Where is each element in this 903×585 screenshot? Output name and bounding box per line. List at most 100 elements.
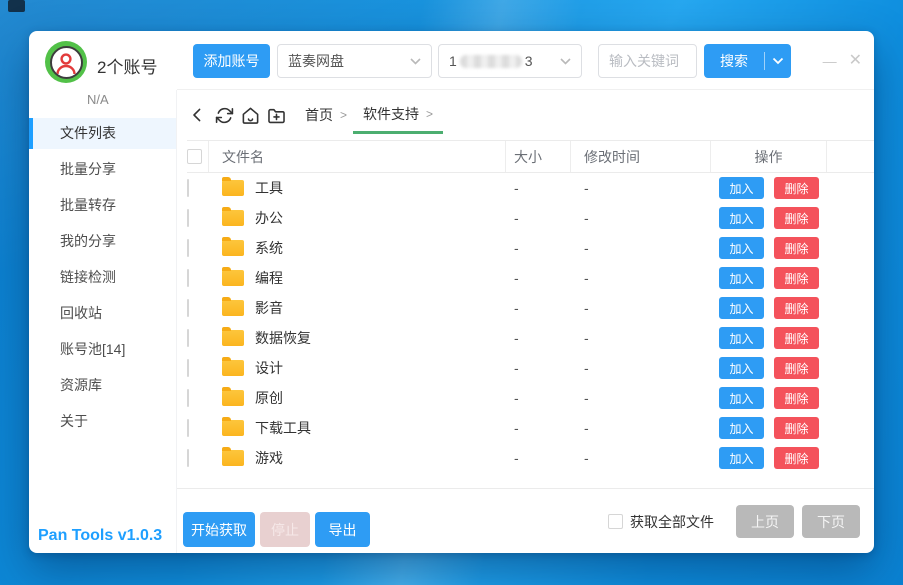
row-checkbox[interactable] [187, 269, 189, 287]
add-button[interactable]: 加入 [719, 447, 764, 469]
row-checkbox[interactable] [187, 359, 189, 377]
row-checkbox[interactable] [187, 239, 189, 257]
file-size: - [506, 390, 571, 406]
header-spacer [827, 141, 867, 172]
prev-page-button[interactable]: 上页 [736, 505, 794, 538]
row-checkbox[interactable] [187, 389, 189, 407]
provider-select-value: 蓝奏网盘 [288, 51, 344, 71]
fetch-all-checkbox[interactable] [608, 514, 623, 529]
folder-icon [222, 390, 244, 406]
new-folder-icon[interactable] [263, 102, 289, 128]
delete-button[interactable]: 删除 [774, 297, 819, 319]
file-name[interactable]: 游戏 [255, 448, 283, 468]
file-name[interactable]: 原创 [255, 388, 283, 408]
add-button[interactable]: 加入 [719, 267, 764, 289]
row-checkbox[interactable] [187, 299, 189, 317]
export-button[interactable]: 导出 [315, 512, 370, 547]
back-icon[interactable] [185, 102, 211, 128]
chevron-down-icon [560, 58, 571, 65]
sidebar-item[interactable]: 文件列表 [29, 118, 176, 149]
sidebar-item[interactable]: 我的分享 [29, 226, 176, 257]
table-row: 系统 - - 加入 删除 [187, 233, 874, 263]
file-name[interactable]: 办公 [255, 208, 283, 228]
file-name[interactable]: 设计 [255, 358, 283, 378]
sidebar-item[interactable]: 账号池[14] [29, 334, 176, 365]
file-modified: - [571, 330, 711, 346]
add-button[interactable]: 加入 [719, 357, 764, 379]
select-all-checkbox[interactable] [187, 149, 202, 164]
search-dropdown-caret[interactable] [765, 57, 791, 65]
desktop-shortcut-icon[interactable] [8, 0, 25, 12]
file-size: - [506, 300, 571, 316]
fetch-all-label: 获取全部文件 [630, 512, 714, 532]
sidebar-item-label: 关于 [60, 413, 88, 429]
add-button[interactable]: 加入 [719, 207, 764, 229]
keyword-input[interactable] [598, 44, 697, 78]
add-button[interactable]: 加入 [719, 417, 764, 439]
file-name[interactable]: 系统 [255, 238, 283, 258]
sidebar: 2个账号 N/A 文件列表 批量分享 批量转存 我的分享 [29, 31, 176, 553]
row-checkbox[interactable] [187, 209, 189, 227]
sidebar-item[interactable]: 回收站 [29, 298, 176, 329]
add-button[interactable]: 加入 [719, 237, 764, 259]
delete-button[interactable]: 删除 [774, 327, 819, 349]
table-row: 办公 - - 加入 删除 [187, 203, 874, 233]
file-name[interactable]: 工具 [255, 178, 283, 198]
file-size: - [506, 420, 571, 436]
delete-button[interactable]: 删除 [774, 237, 819, 259]
sidebar-item[interactable]: 链接检测 [29, 262, 176, 293]
row-checkbox[interactable] [187, 449, 189, 467]
add-button[interactable]: 加入 [719, 387, 764, 409]
row-checkbox[interactable] [187, 179, 189, 197]
sidebar-item[interactable]: 关于 [29, 406, 176, 437]
file-name[interactable]: 下载工具 [255, 418, 311, 438]
file-name[interactable]: 影音 [255, 298, 283, 318]
search-button[interactable]: 搜索 [704, 44, 791, 78]
breadcrumb-item[interactable]: 首页 > [299, 101, 353, 129]
folder-icon [222, 210, 244, 226]
close-icon[interactable]: ✕ [849, 53, 862, 69]
delete-button[interactable]: 删除 [774, 417, 819, 439]
file-modified: - [571, 450, 711, 466]
delete-button[interactable]: 删除 [774, 387, 819, 409]
next-page-button[interactable]: 下页 [802, 505, 860, 538]
main-area: 添加账号 蓝奏网盘 1 3 搜索 [176, 31, 874, 553]
add-button[interactable]: 加入 [719, 297, 764, 319]
row-checkbox[interactable] [187, 419, 189, 437]
delete-button[interactable]: 删除 [774, 447, 819, 469]
header-actions: 操作 [711, 141, 827, 172]
table-body: 工具 - - 加入 删除 [177, 173, 874, 473]
file-name[interactable]: 编程 [255, 268, 283, 288]
breadcrumb: 首页 > 软件支持 > [299, 100, 443, 130]
add-account-button[interactable]: 添加账号 [193, 44, 270, 78]
stop-button[interactable]: 停止 [260, 512, 310, 547]
account-count: 2个账号 [97, 53, 157, 78]
delete-button[interactable]: 删除 [774, 357, 819, 379]
provider-select[interactable]: 蓝奏网盘 [277, 44, 432, 78]
sidebar-item[interactable]: 资源库 [29, 370, 176, 401]
start-fetch-button[interactable]: 开始获取 [183, 512, 255, 547]
table-row: 下载工具 - - 加入 删除 [187, 413, 874, 443]
account-select-suffix: 3 [525, 53, 533, 69]
account-select[interactable]: 1 3 [438, 44, 582, 78]
breadcrumb-item[interactable]: 软件支持 > [353, 100, 443, 130]
toolbar: 添加账号 蓝奏网盘 1 3 搜索 [177, 31, 874, 90]
sidebar-item[interactable]: 批量分享 [29, 154, 176, 185]
breadcrumb-separator-icon: > [340, 108, 347, 122]
refresh-icon[interactable] [211, 102, 237, 128]
desktop-background: 2个账号 N/A 文件列表 批量分享 批量转存 我的分享 [0, 0, 903, 585]
account-name: N/A [87, 92, 176, 107]
sidebar-item[interactable]: 批量转存 [29, 190, 176, 221]
delete-button[interactable]: 删除 [774, 207, 819, 229]
delete-button[interactable]: 删除 [774, 177, 819, 199]
row-checkbox[interactable] [187, 329, 189, 347]
table-row: 游戏 - - 加入 删除 [187, 443, 874, 473]
file-name[interactable]: 数据恢复 [255, 328, 311, 348]
minimize-icon[interactable]: — [823, 54, 836, 68]
add-button[interactable]: 加入 [719, 327, 764, 349]
avatar[interactable] [45, 41, 87, 83]
delete-button[interactable]: 删除 [774, 267, 819, 289]
home-icon[interactable] [237, 102, 263, 128]
table-row: 编程 - - 加入 删除 [187, 263, 874, 293]
add-button[interactable]: 加入 [719, 177, 764, 199]
